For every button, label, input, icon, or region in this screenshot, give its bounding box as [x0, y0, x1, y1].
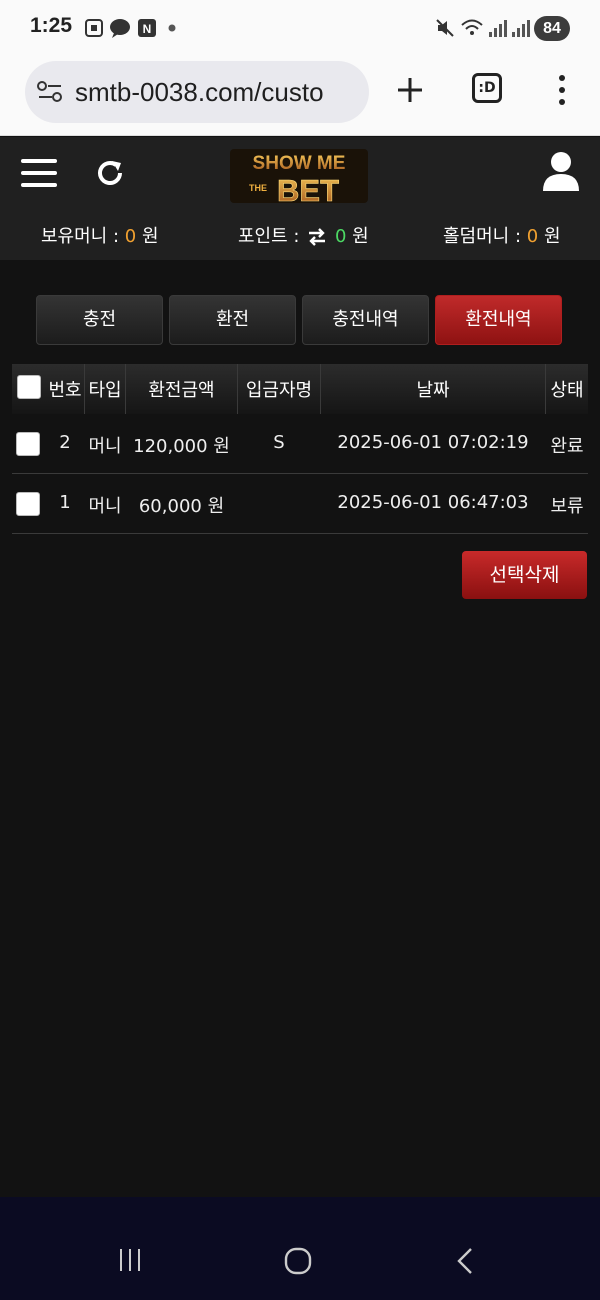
naver-icon: N — [138, 16, 156, 40]
cell-date: 2025-06-01 07:02:19 — [337, 432, 529, 453]
header-type: 타입 — [88, 380, 122, 401]
refresh-icon[interactable] — [94, 157, 126, 189]
url-text: smtb-0038.com/custo — [75, 77, 324, 107]
table-row[interactable]: 2 머니 120,000 원 S 2025-06-01 07:02:19 완료 — [12, 414, 588, 474]
table-header: 번호 타입 환전금액 입금자명 날짜 상태 — [12, 364, 588, 414]
select-all-checkbox[interactable] — [17, 375, 41, 399]
cell-depositor: S — [273, 432, 285, 453]
header-depositor: 입금자명 — [245, 380, 313, 401]
cell-number: 1 — [59, 492, 71, 513]
cell-amount: 120,000 원 — [133, 436, 230, 457]
user-account-icon[interactable] — [543, 151, 579, 191]
holdem-balance: 홀덤머니 : 0 원 — [443, 226, 561, 247]
tab-deposit-history[interactable]: 충전내역 — [302, 295, 429, 345]
point-balance: 포인트 : 0 원 — [238, 226, 369, 247]
system-nav-bar — [0, 1197, 600, 1300]
site-settings-icon[interactable] — [37, 81, 63, 103]
header-amount: 환전금액 — [148, 380, 215, 401]
money-balance: 보유머니 : 0 원 — [41, 226, 159, 247]
mute-icon — [435, 16, 455, 40]
cell-type: 머니 — [88, 436, 122, 457]
logo-top-text: SHOW ME — [253, 153, 346, 174]
row-checkbox[interactable] — [16, 432, 40, 456]
battery-badge: 84 — [534, 16, 570, 41]
signal-icon-2 — [510, 16, 530, 40]
cell-date: 2025-06-01 06:47:03 — [337, 492, 529, 513]
status-time: 1:25 — [30, 14, 73, 37]
tab-deposit[interactable]: 충전 — [36, 295, 163, 345]
address-bar[interactable]: smtb-0038.com/custo — [25, 61, 369, 123]
balance-bar: 보유머니 : 0 원 포인트 : 0 원 홀덤머니 : 0 원 — [0, 222, 600, 250]
cell-status: 보류 — [550, 496, 584, 517]
chat-icon — [108, 16, 132, 40]
swap-arrows-icon[interactable] — [307, 228, 327, 246]
site-header: SHOW ME THE BET 보유머니 : 0 원 포인트 : 0 원 홀덤머… — [0, 137, 600, 260]
back-icon[interactable] — [455, 1247, 475, 1279]
screenshot-icon — [84, 16, 104, 40]
cell-status: 완료 — [550, 436, 584, 457]
status-bar: 1:25 N 84 — [0, 0, 600, 58]
header-date: 날짜 — [416, 380, 450, 401]
header-status: 상태 — [550, 380, 584, 401]
wifi-icon — [460, 16, 484, 40]
home-icon[interactable] — [284, 1247, 312, 1279]
more-menu-icon[interactable] — [554, 72, 570, 108]
recent-apps-icon[interactable] — [118, 1247, 142, 1277]
header-number: 번호 — [48, 380, 82, 401]
cell-number: 2 — [59, 432, 71, 453]
cell-amount: 60,000 원 — [138, 496, 225, 517]
logo-bottom-text: BET — [277, 173, 339, 207]
signal-icon — [487, 16, 507, 40]
tab-switcher-button[interactable]: :D — [472, 73, 502, 103]
tab-withdraw-history[interactable]: 환전내역 — [435, 295, 562, 345]
tab-bar: 충전 환전 충전내역 환전내역 — [36, 295, 564, 345]
site-logo[interactable]: SHOW ME THE BET — [228, 145, 370, 208]
logo-mid-text: THE — [249, 183, 267, 193]
hamburger-menu-icon[interactable] — [20, 157, 58, 189]
dot-icon — [168, 16, 176, 40]
tab-withdraw[interactable]: 환전 — [169, 295, 296, 345]
row-checkbox[interactable] — [16, 492, 40, 516]
new-tab-icon[interactable] — [392, 72, 428, 108]
svg-text:N: N — [143, 22, 152, 36]
delete-selected-button[interactable]: 선택삭제 — [462, 551, 587, 599]
browser-toolbar: smtb-0038.com/custo :D — [0, 58, 600, 136]
cell-type: 머니 — [88, 496, 122, 517]
table-row[interactable]: 1 머니 60,000 원 2025-06-01 06:47:03 보류 — [12, 474, 588, 534]
